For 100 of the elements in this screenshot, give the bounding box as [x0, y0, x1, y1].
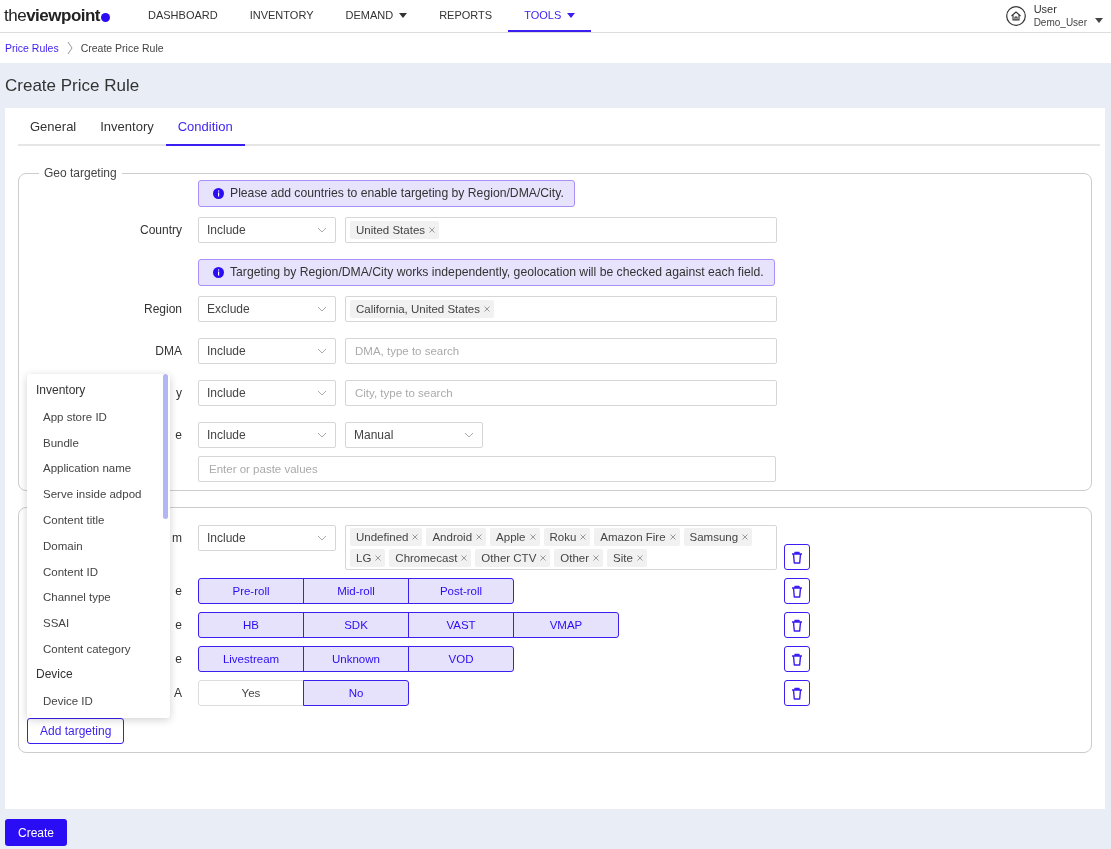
remove-icon[interactable]: [461, 555, 468, 561]
type-select[interactable]: Manual: [345, 422, 483, 448]
menu-item[interactable]: Application name: [27, 455, 138, 482]
chevron-down-icon: [317, 535, 327, 541]
segment-button[interactable]: Pre-roll: [198, 578, 304, 604]
segment-button[interactable]: Livestream: [198, 646, 304, 672]
remove-icon[interactable]: [669, 534, 676, 540]
remove-icon[interactable]: [529, 534, 536, 540]
remove-icon[interactable]: [484, 306, 490, 312]
field-label: e: [175, 652, 182, 666]
remove-icon[interactable]: [593, 555, 600, 561]
tag-chip: Amazon Fire: [594, 528, 680, 546]
menu-item[interactable]: Bundle: [27, 429, 85, 456]
segment-button[interactable]: SDK: [303, 612, 409, 638]
remove-icon[interactable]: [412, 534, 419, 540]
remove-icon[interactable]: [580, 534, 587, 540]
mode-select[interactable]: Include: [198, 217, 336, 243]
field-label: DMA: [155, 344, 182, 358]
tag-field[interactable]: California, United States: [345, 296, 777, 322]
create-button[interactable]: Create: [5, 819, 68, 846]
menu-item[interactable]: SSAI: [27, 610, 76, 636]
mode-select[interactable]: Exclude: [198, 296, 336, 322]
field-label: y: [176, 386, 182, 400]
menu-item[interactable]: Content category: [27, 635, 137, 662]
trash-icon: [791, 550, 803, 564]
menu-item[interactable]: App store ID: [27, 403, 113, 430]
tag-chip: Other: [554, 549, 604, 567]
segment-button[interactable]: HB: [198, 612, 304, 638]
delete-button[interactable]: [784, 578, 810, 604]
menu-item[interactable]: Domain: [27, 532, 89, 559]
trash-icon: [791, 652, 803, 666]
delete-button[interactable]: [784, 680, 810, 706]
segment-button[interactable]: VOD: [408, 646, 514, 672]
tag-chip: Apple: [490, 528, 540, 546]
tag-chip: Undefined: [350, 528, 423, 546]
mode-select[interactable]: Include: [198, 525, 336, 551]
field-label: Country: [139, 223, 182, 237]
field-label: m: [172, 531, 182, 545]
remove-icon[interactable]: [476, 534, 483, 540]
account-name: Demo_User: [1033, 16, 1087, 29]
chevron-down-icon: [317, 432, 327, 438]
segment-button[interactable]: Post-roll: [408, 578, 514, 604]
home-icon[interactable]: [1005, 6, 1026, 26]
info-notice: Please add countries to enable targeting by Region/DMA/City.: [198, 180, 575, 207]
section-legend: Geo targeting: [39, 166, 122, 180]
field-label: e: [175, 428, 182, 442]
field-label: Region: [143, 302, 182, 316]
tag-chip: Android: [426, 528, 487, 546]
info-notice: Targeting by Region/DMA/City works independently, geolocation will be checked against each field.: [198, 259, 775, 286]
chevron-down-icon: [464, 432, 474, 438]
user-name: User: [1033, 3, 1058, 16]
segment-button[interactable]: Unknown: [303, 646, 409, 672]
nav-item[interactable]: INVENTORY: [233, 0, 330, 32]
chevron-right-icon: [66, 41, 73, 55]
delete-button[interactable]: [784, 646, 810, 672]
delete-button[interactable]: [784, 544, 810, 570]
caret-icon[interactable]: [1095, 17, 1103, 23]
remove-icon[interactable]: [540, 555, 547, 561]
chevron-down-icon: [317, 390, 327, 396]
tab[interactable]: Condition: [165, 108, 245, 146]
chevron-down-icon: [317, 306, 327, 312]
info-icon: [213, 188, 224, 199]
add-targeting-button[interactable]: Add targeting: [27, 718, 125, 744]
trash-icon: [791, 618, 803, 632]
mode-select[interactable]: Include: [198, 422, 336, 448]
remove-icon[interactable]: [375, 555, 382, 561]
field-label: e: [175, 618, 182, 632]
breadcrumb-link[interactable]: Price Rules: [5, 42, 59, 54]
segment-button[interactable]: No: [303, 680, 409, 706]
mode-select[interactable]: Include: [198, 380, 336, 406]
nav-item[interactable]: REPORTS: [423, 0, 509, 32]
menu-item[interactable]: Content ID: [27, 558, 104, 585]
menu-group-header: Inventory: [35, 382, 87, 399]
trash-icon: [791, 686, 803, 700]
remove-icon[interactable]: [429, 227, 436, 233]
remove-icon[interactable]: [636, 555, 643, 561]
tag-field[interactable]: Undefined Android Apple Roku Amazon Fire Samsung LG Chromecast Other CTV Other Site: [345, 525, 777, 570]
menu-item[interactable]: Channel type: [27, 584, 117, 611]
segment-button[interactable]: VAST: [408, 612, 514, 638]
segment-button[interactable]: Yes: [198, 680, 304, 706]
logo[interactable]: theviewpoint: [4, 6, 101, 26]
tab[interactable]: Inventory: [88, 108, 166, 146]
tag-field[interactable]: United States: [345, 217, 777, 243]
scrollbar-thumb[interactable]: [163, 374, 168, 519]
info-icon: [213, 267, 224, 278]
menu-group-header: Device: [35, 665, 74, 683]
logo-dot-icon: [101, 13, 111, 22]
menu-item[interactable]: Content title: [27, 507, 111, 533]
tab[interactable]: General: [18, 108, 89, 146]
field-label: A: [174, 686, 182, 700]
nav-item[interactable]: DASHBOARD: [132, 0, 234, 32]
menu-item[interactable]: Device ID: [27, 687, 99, 714]
menu-item[interactable]: Serve inside adpod: [27, 481, 148, 507]
delete-button[interactable]: [784, 612, 810, 638]
nav-item[interactable]: DEMAND: [329, 0, 424, 32]
tag-chip: Samsung: [683, 528, 753, 546]
segment-button[interactable]: Mid-roll: [303, 578, 409, 604]
segment-button[interactable]: VMAP: [513, 612, 619, 638]
remove-icon[interactable]: [742, 534, 749, 540]
mode-select[interactable]: Include: [198, 338, 336, 364]
